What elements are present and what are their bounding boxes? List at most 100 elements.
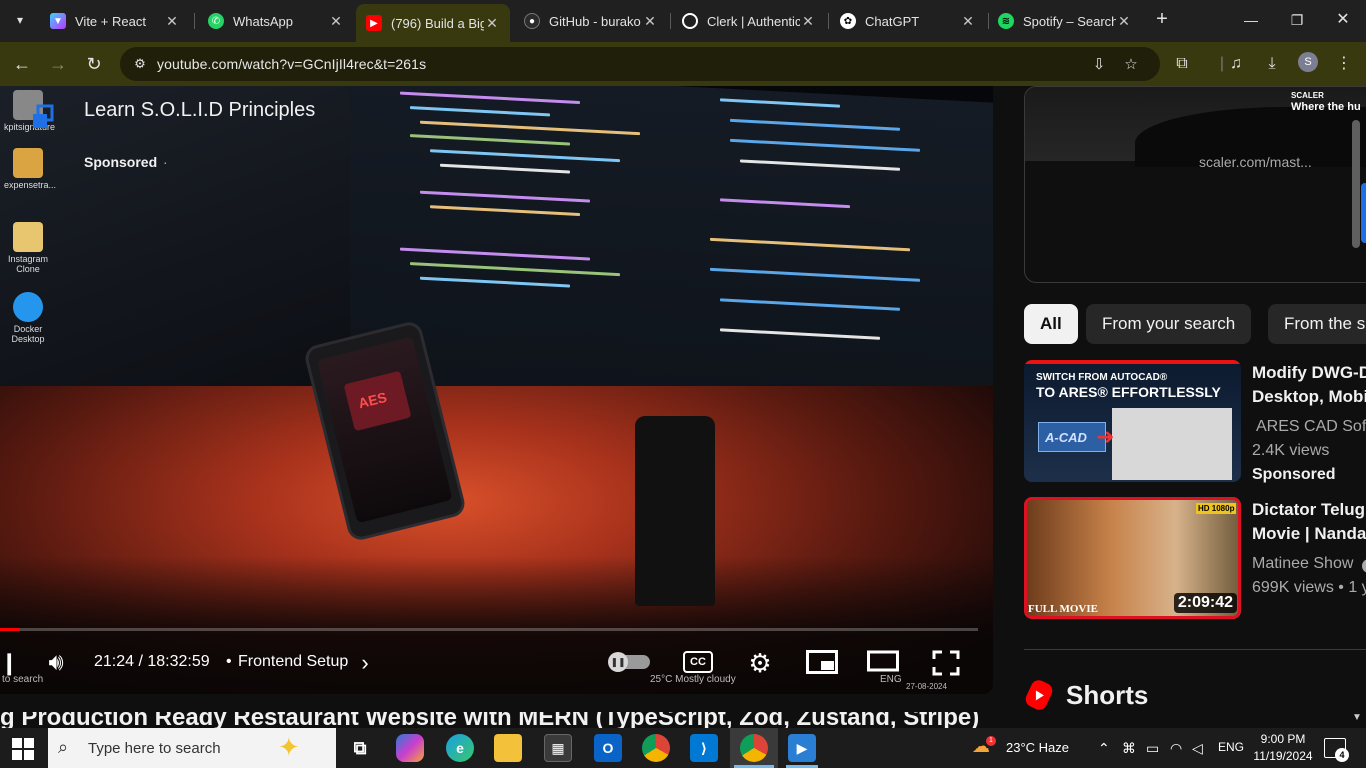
tab-github[interactable]: ● GitHub - burako ✕	[514, 5, 668, 37]
recommendation-item[interactable]: SWITCH FROM AUTOCAD® TO ARES® EFFORTLESS…	[1024, 360, 1366, 483]
settings-gear-icon[interactable]: ⚙	[744, 650, 776, 676]
rec-title-line1[interactable]: Modify DWG-D	[1252, 360, 1366, 386]
restore-icon[interactable]: ❐	[1286, 8, 1308, 32]
tab-close-icon[interactable]: ✕	[328, 13, 344, 30]
code-line	[730, 138, 920, 152]
tab-whatsapp[interactable]: ✆ WhatsApp ✕	[198, 5, 354, 37]
ad-cta-button[interactable]	[1361, 183, 1366, 243]
tab-chatgpt[interactable]: ✿ ChatGPT ✕	[830, 5, 986, 37]
rec-channel[interactable]: ARES CAD Softw	[1256, 418, 1366, 436]
task-view-icon[interactable]: ⧉	[346, 734, 374, 762]
recommendation-item[interactable]: FULL MOVIE HD 1080p 2:09:42 Dictator Tel…	[1024, 497, 1366, 619]
tab-search-button[interactable]: ▾	[6, 7, 34, 33]
volume-icon[interactable]: ◁	[1192, 740, 1203, 757]
windows-start-icon[interactable]	[12, 738, 34, 760]
media-control-icon[interactable]: ♫	[1224, 52, 1248, 76]
file-explorer-icon[interactable]	[494, 734, 522, 762]
miniplayer-icon[interactable]	[805, 650, 839, 676]
theater-mode-icon[interactable]	[866, 650, 900, 676]
extensions-puzzle-icon[interactable]: ⧉	[1170, 52, 1194, 76]
tab-close-icon[interactable]: ✕	[642, 13, 658, 30]
autoplay-toggle[interactable]: ❚❚	[608, 652, 650, 672]
code-line	[420, 276, 570, 288]
downloads-icon[interactable]: ⤓	[1260, 52, 1284, 76]
tab-close-icon[interactable]: ✕	[164, 13, 180, 30]
address-bar[interactable]: ⚙ youtube.com/watch?v=GCnIjIl4rec&t=261s…	[120, 47, 1160, 81]
bookmark-star-icon[interactable]: ☆	[1120, 54, 1142, 76]
chevron-up-icon[interactable]: ⌃	[1098, 740, 1110, 757]
wifi-icon[interactable]: ◠	[1170, 740, 1182, 757]
video-progress-bar[interactable]	[0, 628, 978, 631]
fullscreen-icon[interactable]	[930, 650, 962, 676]
rec-title-line2[interactable]: Desktop, Mobi	[1252, 384, 1366, 410]
thumbnail-cad-screen	[1112, 408, 1232, 480]
rec-sponsored-label: Sponsored	[1252, 466, 1336, 483]
taskbar-weather[interactable]: 23°C Haze	[1006, 740, 1069, 755]
tab-close-icon[interactable]: ✕	[960, 13, 976, 30]
taskbar-language[interactable]: ENG	[1218, 740, 1244, 754]
copilot-icon[interactable]	[396, 734, 424, 762]
notification-count-badge: 4	[1335, 748, 1349, 762]
edge-icon[interactable]: e	[446, 734, 474, 762]
chip-all[interactable]: All	[1024, 304, 1078, 344]
tab-separator	[828, 13, 829, 29]
chrome-profile-icon[interactable]	[740, 734, 768, 762]
back-arrow-icon[interactable]: ←	[10, 52, 34, 76]
microsoft-store-icon[interactable]: ▦	[544, 734, 572, 762]
taskbar-clock-date[interactable]: 11/19/2024	[1250, 749, 1316, 763]
next-icon[interactable]: ❙	[0, 650, 18, 676]
video-title-container: g Production Ready Restaurant Website wi…	[0, 712, 993, 728]
site-settings-icon[interactable]: ⚙	[128, 52, 152, 76]
tab-spotify[interactable]: ≋ Spotify – Search ✕	[988, 5, 1142, 37]
remote-desktop-icon[interactable]: ▶	[788, 734, 816, 762]
forward-arrow-icon[interactable]: →	[46, 52, 70, 76]
rec-title-line2[interactable]: Movie | Nanda	[1252, 521, 1366, 547]
page-scrollbar[interactable]	[1352, 120, 1360, 248]
scroll-down-arrow-icon[interactable]: ▼	[1352, 712, 1362, 723]
code-line	[720, 328, 880, 340]
new-tab-button[interactable]: +	[1150, 8, 1174, 32]
video-thumbnail[interactable]: SWITCH FROM AUTOCAD® TO ARES® EFFORTLESS…	[1024, 360, 1241, 482]
code-line	[400, 247, 590, 261]
rec-channel[interactable]: Matinee Show ✓	[1252, 555, 1366, 573]
chrome-icon[interactable]	[642, 734, 670, 762]
tab-youtube-active[interactable]: ▶ (796) Build a Big ✕	[356, 4, 510, 42]
tab-close-icon[interactable]: ✕	[800, 13, 816, 30]
video-title: g Production Ready Restaurant Website wi…	[0, 712, 980, 728]
github-icon: ●	[524, 13, 540, 29]
ad-domain[interactable]: scaler.com/mast...	[1199, 154, 1312, 170]
chapter-chevron-icon[interactable]: ›	[358, 650, 372, 676]
thumbnail-top-stripe	[1024, 360, 1241, 364]
rec-title-line1[interactable]: Dictator Telugu	[1252, 497, 1366, 523]
code-line	[430, 149, 620, 163]
tab-close-icon[interactable]: ✕	[1116, 13, 1132, 30]
tab-clerk[interactable]: Clerk | Authentic ✕	[672, 5, 826, 37]
chip-from-your-search[interactable]: From your search	[1086, 304, 1252, 344]
chapter-title[interactable]: Frontend Setup	[238, 653, 348, 671]
vscode-icon[interactable]: ⟩	[690, 734, 718, 762]
subtitles-cc-button[interactable]: CC	[683, 651, 713, 673]
install-app-icon[interactable]: ⇩	[1088, 54, 1110, 76]
tab-vite-react[interactable]: ▼ Vite + React ✕	[40, 5, 190, 37]
taskbar-clock-time[interactable]: 9:00 PM	[1258, 732, 1308, 746]
chip-from-the-series[interactable]: From the s	[1268, 304, 1366, 344]
video-thumbnail[interactable]: FULL MOVIE HD 1080p 2:09:42	[1024, 497, 1241, 619]
meet-icon[interactable]: ⌘	[1122, 740, 1136, 757]
sponsored-ad-card[interactable]: SCALER Where the hu	[1024, 86, 1366, 283]
arrow-icon: ➜	[1096, 424, 1115, 449]
video-duration: 2:09:42	[1173, 593, 1237, 613]
close-window-icon[interactable]: ✕	[1332, 8, 1354, 32]
menu-kebab-icon[interactable]: ⋮	[1332, 52, 1356, 76]
battery-icon[interactable]: ▭	[1146, 740, 1159, 757]
tab-separator	[194, 13, 195, 29]
reload-icon[interactable]: ↻	[82, 52, 106, 76]
url-text[interactable]: youtube.com/watch?v=GCnIjIl4rec&t=261s	[157, 56, 426, 72]
volume-icon[interactable]: 🔊︎	[40, 650, 72, 676]
outlook-icon[interactable]: O	[594, 734, 622, 762]
video-player[interactable]: kpitsignature expensetra... Instagram Cl…	[0, 86, 993, 694]
minimize-icon[interactable]: —	[1240, 8, 1262, 32]
profile-avatar[interactable]: S	[1298, 52, 1318, 72]
taskbar-search-box[interactable]: ⌕ Type here to search ✦	[48, 728, 336, 768]
tab-close-icon[interactable]: ✕	[484, 15, 500, 32]
ad-title[interactable]: Learn S.O.L.I.D Principles	[84, 96, 324, 124]
